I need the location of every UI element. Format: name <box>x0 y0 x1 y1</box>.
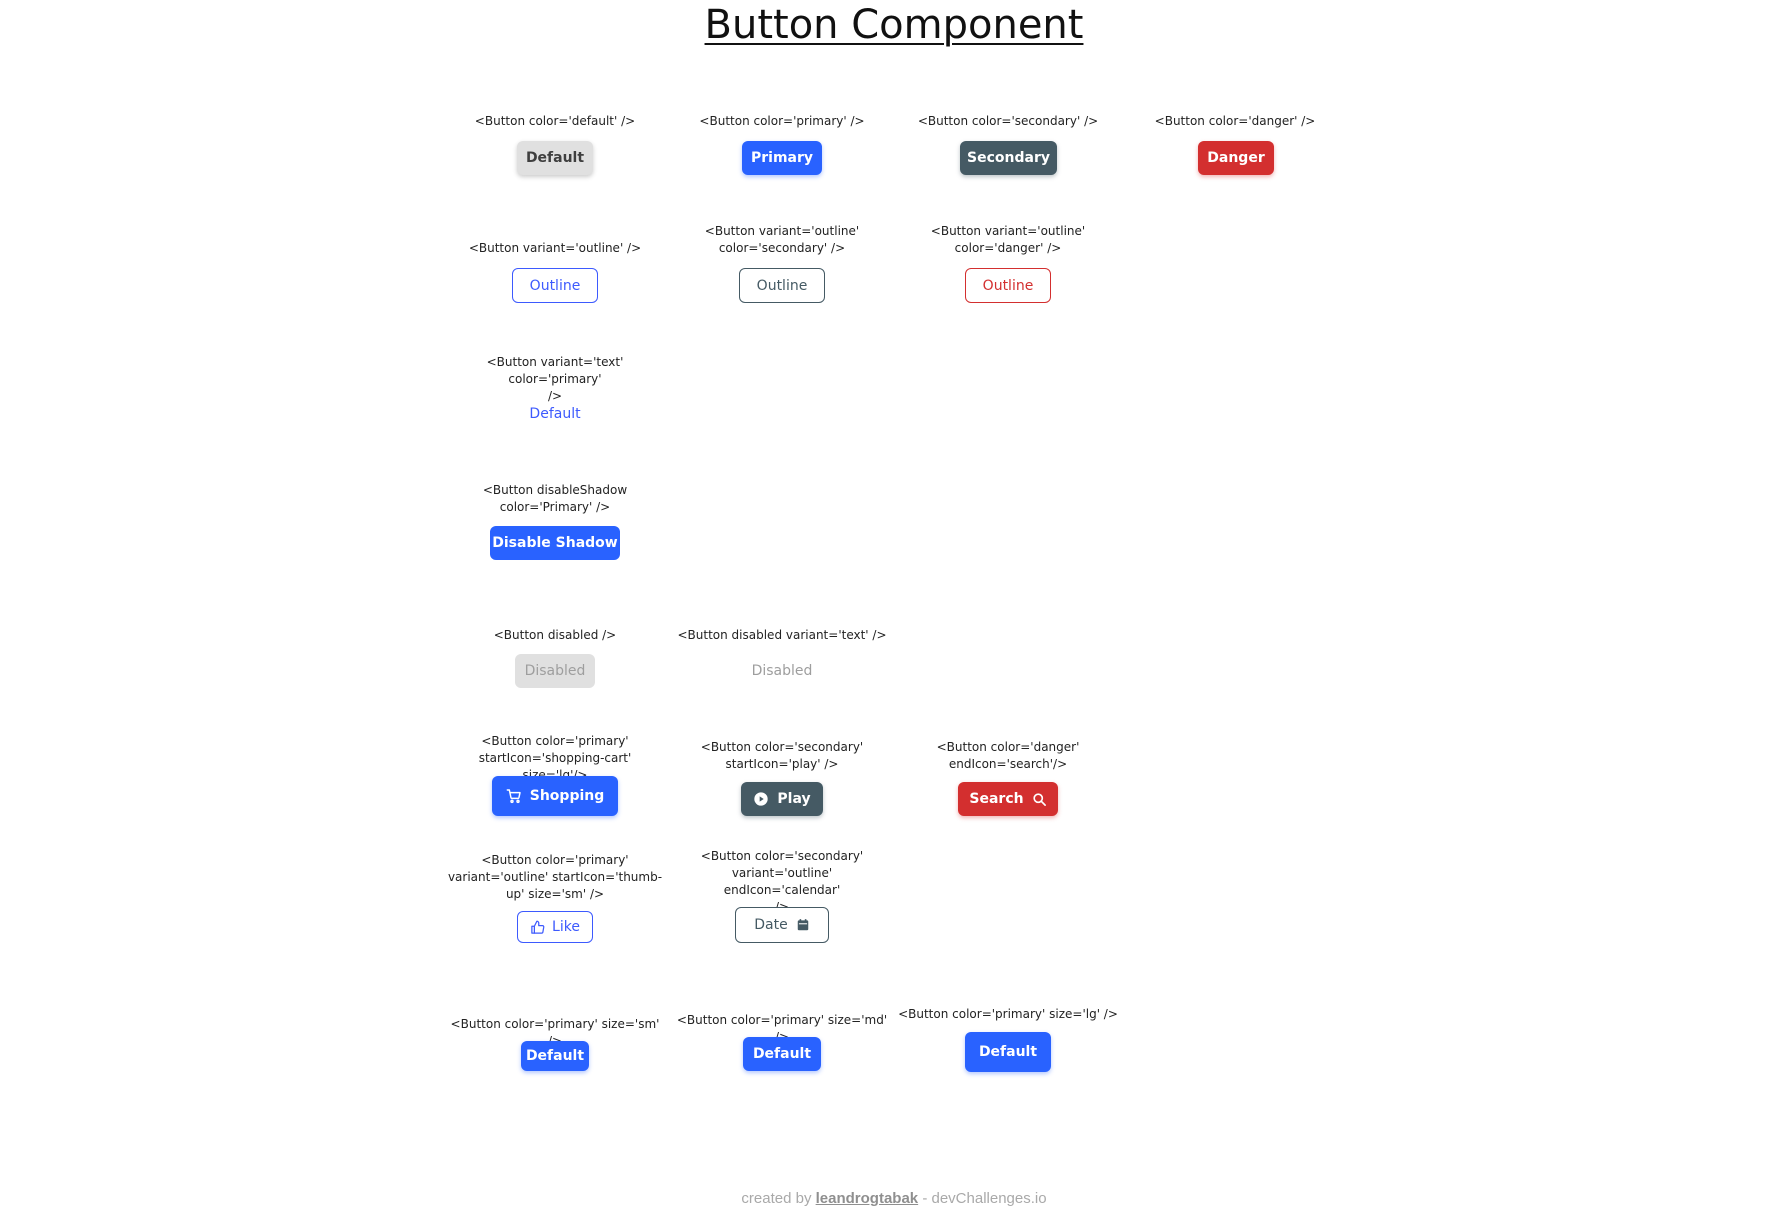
author-link[interactable]: leandrogtabak <box>816 1190 919 1207</box>
outline-button[interactable]: Outline <box>512 268 598 303</box>
page-title: Button Component <box>704 2 1084 48</box>
medium-button[interactable]: Default <box>743 1037 821 1071</box>
thumb-up-icon <box>530 920 545 935</box>
example-disable-shadow: <Button disableShadow color='Primary' /> <box>445 482 665 516</box>
button-label: Date <box>754 917 788 933</box>
default-button[interactable]: Default <box>517 141 593 175</box>
example-disabled-text: <Button disabled variant='text' /> <box>672 627 892 644</box>
danger-button[interactable]: Danger <box>1198 141 1274 175</box>
code-snippet: <Button color='default' /> <box>474 114 636 128</box>
calendar-icon <box>796 918 810 932</box>
example-date: <Button color='secondary' variant='outli… <box>672 848 892 916</box>
example-size-lg: <Button color='primary' size='lg' /> <box>898 1006 1118 1023</box>
example-play: <Button color='secondary' startIcon='pla… <box>672 739 892 773</box>
code-snippet: <Button color='secondary' variant='outli… <box>700 849 864 914</box>
code-snippet: <Button color='secondary' /> <box>917 114 1099 128</box>
small-button[interactable]: Default <box>521 1041 589 1071</box>
search-button[interactable]: Search <box>958 782 1058 816</box>
text-primary-button[interactable]: Default <box>515 398 595 430</box>
example-search: <Button color='danger' endIcon='search'/… <box>898 739 1118 773</box>
play-button[interactable]: Play <box>741 782 823 816</box>
disabled-text-button: Disabled <box>742 654 822 688</box>
code-snippet: <Button disabled /> <box>493 628 617 642</box>
example-color-secondary: <Button color='secondary' /> <box>898 113 1118 130</box>
outline-secondary-button[interactable]: Outline <box>739 268 825 303</box>
button-label: Shopping <box>529 788 605 804</box>
date-button[interactable]: Date <box>735 907 829 943</box>
button-label: Play <box>777 791 811 807</box>
outline-danger-button[interactable]: Outline <box>965 268 1051 303</box>
example-disabled: <Button disabled /> <box>445 627 665 644</box>
button-showcase-page: Button Component <Button color='default'… <box>0 0 1788 1221</box>
code-snippet: <Button color='secondary' startIcon='pla… <box>700 740 864 771</box>
code-snippet: <Button color='primary' variant='outline… <box>447 853 663 901</box>
button-label: Like <box>552 919 580 935</box>
button-label: Search <box>969 791 1024 807</box>
search-icon <box>1032 792 1047 807</box>
code-snippet: <Button color='primary' size='lg' /> <box>898 1007 1118 1021</box>
code-snippet: <Button disabled variant='text' /> <box>677 628 887 642</box>
example-color-default: <Button color='default' /> <box>445 113 665 130</box>
example-outline: <Button variant='outline' /> <box>445 240 665 257</box>
example-color-danger: <Button color='danger' /> <box>1125 113 1345 130</box>
example-outline-secondary: <Button variant='outline' color='seconda… <box>672 223 892 257</box>
primary-button[interactable]: Primary <box>742 141 822 175</box>
footer-prefix: created by <box>741 1190 812 1207</box>
code-snippet: <Button disableShadow color='Primary' /> <box>482 483 628 514</box>
secondary-button[interactable]: Secondary <box>960 141 1057 175</box>
footer: created by leandrogtabak - devChallenges… <box>0 1190 1788 1207</box>
like-button[interactable]: Like <box>517 911 593 943</box>
code-snippet: <Button color='danger' endIcon='search'/… <box>936 740 1080 771</box>
code-snippet: <Button variant='outline' color='danger'… <box>930 224 1086 255</box>
code-snippet: <Button color='primary' /> <box>699 114 865 128</box>
example-color-primary: <Button color='primary' /> <box>672 113 892 130</box>
example-outline-danger: <Button variant='outline' color='danger'… <box>898 223 1118 257</box>
code-snippet: <Button color='danger' /> <box>1154 114 1316 128</box>
disabled-button: Disabled <box>515 654 595 688</box>
disable-shadow-button[interactable]: Disable Shadow <box>490 526 620 560</box>
example-like: <Button color='primary' variant='outline… <box>445 852 665 903</box>
play-icon <box>753 791 769 807</box>
shopping-button[interactable]: Shopping <box>492 776 618 816</box>
shopping-cart-icon <box>506 788 522 804</box>
code-snippet: <Button variant='outline' /> <box>468 241 642 255</box>
footer-suffix: - devChallenges.io <box>922 1190 1047 1207</box>
large-button[interactable]: Default <box>965 1032 1051 1072</box>
code-snippet: <Button variant='outline' color='seconda… <box>704 224 860 255</box>
